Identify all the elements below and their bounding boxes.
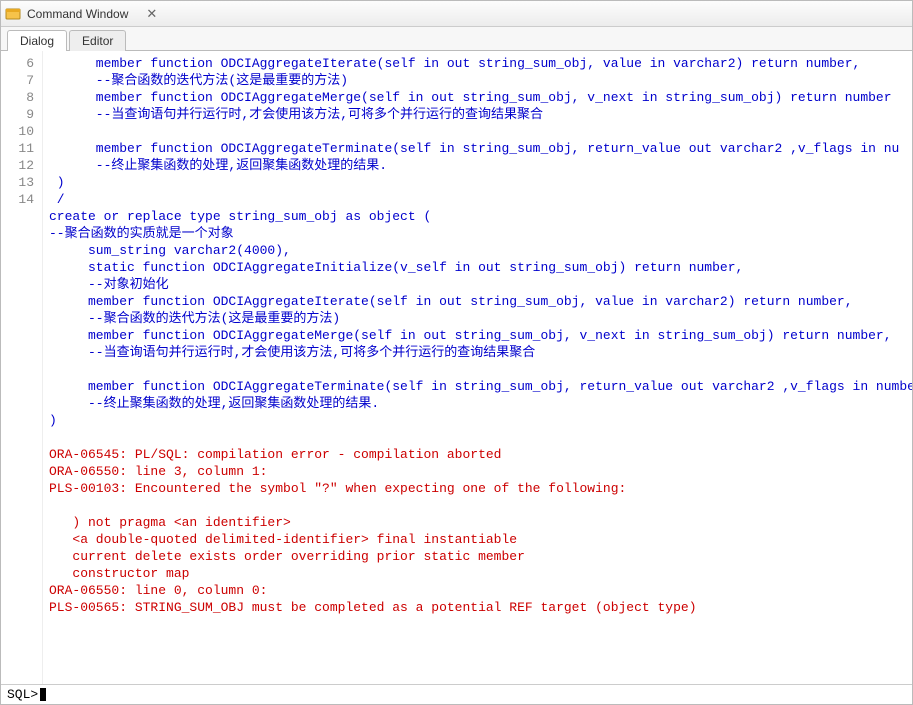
- app-icon: [5, 6, 21, 22]
- code-line: --聚合函数的迭代方法(这是最重要的方法): [49, 73, 348, 88]
- error-line: ORA-06545: PL/SQL: compilation error - c…: [49, 447, 501, 462]
- editor-area[interactable]: 6 7 8 9 10 11 12 13 14 member function O…: [1, 51, 912, 684]
- error-line: PLS-00565: STRING_SUM_OBJ must be comple…: [49, 600, 697, 615]
- gutter-line: 14: [18, 192, 34, 207]
- gutter-line: 7: [26, 73, 34, 88]
- code-line: --当查询语句并行运行时,才会使用该方法,可将多个并行运行的查询结果聚合: [49, 107, 543, 122]
- code-line: member function ODCIAggregateMerge(self …: [49, 90, 892, 105]
- close-icon[interactable]: ✕: [142, 6, 161, 22]
- code-body[interactable]: member function ODCIAggregateIterate(sel…: [43, 51, 912, 684]
- error-line: constructor map: [49, 566, 189, 581]
- titlebar: Command Window ✕: [1, 1, 912, 27]
- error-line: ) not pragma <an identifier>: [49, 515, 291, 530]
- code-line: member function ODCIAggregateMerge(self …: [49, 328, 892, 343]
- gutter-line: 8: [26, 90, 34, 105]
- code-line: static function ODCIAggregateInitialize(…: [49, 260, 743, 275]
- error-line: PLS-00103: Encountered the symbol "?" wh…: [49, 481, 626, 496]
- error-line: ORA-06550: line 0, column 0:: [49, 583, 267, 598]
- code-line: member function ODCIAggregateTerminate(s…: [49, 141, 899, 156]
- line-gutter: 6 7 8 9 10 11 12 13 14: [1, 51, 43, 684]
- code-line: --终止聚集函数的处理,返回聚集函数处理的结果.: [49, 396, 379, 411]
- code-line: ): [49, 413, 57, 428]
- gutter-line: 13: [18, 175, 34, 190]
- gutter-line: 11: [18, 141, 34, 156]
- cursor: [40, 688, 46, 701]
- code-line: member function ODCIAggregateTerminate(s…: [49, 379, 912, 394]
- tab-dialog[interactable]: Dialog: [7, 30, 67, 51]
- code-line: create or replace type string_sum_obj as…: [49, 209, 431, 224]
- error-line: current delete exists order overriding p…: [49, 549, 525, 564]
- code-line: member function ODCIAggregateIterate(sel…: [49, 56, 860, 71]
- gutter-line: 9: [26, 107, 34, 122]
- command-window: Command Window ✕ Dialog Editor 6 7 8 9 1…: [0, 0, 913, 705]
- code-line: ): [49, 175, 65, 190]
- code-line: sum_string varchar2(4000),: [49, 243, 291, 258]
- code-line: --聚合函数的实质就是一个对象: [49, 226, 234, 241]
- gutter-line: 10: [18, 124, 34, 139]
- gutter-line: 12: [18, 158, 34, 173]
- tab-strip: Dialog Editor: [1, 27, 912, 51]
- gutter-line: 6: [26, 56, 34, 71]
- code-line: /: [49, 192, 65, 207]
- sql-prompt: SQL>: [7, 687, 38, 702]
- error-line: ORA-06550: line 3, column 1:: [49, 464, 267, 479]
- code-line: --对象初始化: [49, 277, 169, 292]
- code-line: --当查询语句并行运行时,才会使用该方法,可将多个并行运行的查询结果聚合: [49, 345, 535, 360]
- tab-editor[interactable]: Editor: [69, 30, 126, 51]
- sql-prompt-row[interactable]: SQL>: [1, 684, 912, 704]
- code-line: member function ODCIAggregateIterate(sel…: [49, 294, 853, 309]
- window-title: Command Window: [27, 7, 128, 21]
- error-line: <a double-quoted delimited-identifier> f…: [49, 532, 517, 547]
- code-line: --聚合函数的迭代方法(这是最重要的方法): [49, 311, 340, 326]
- code-line: --终止聚集函数的处理,返回聚集函数处理的结果.: [49, 158, 387, 173]
